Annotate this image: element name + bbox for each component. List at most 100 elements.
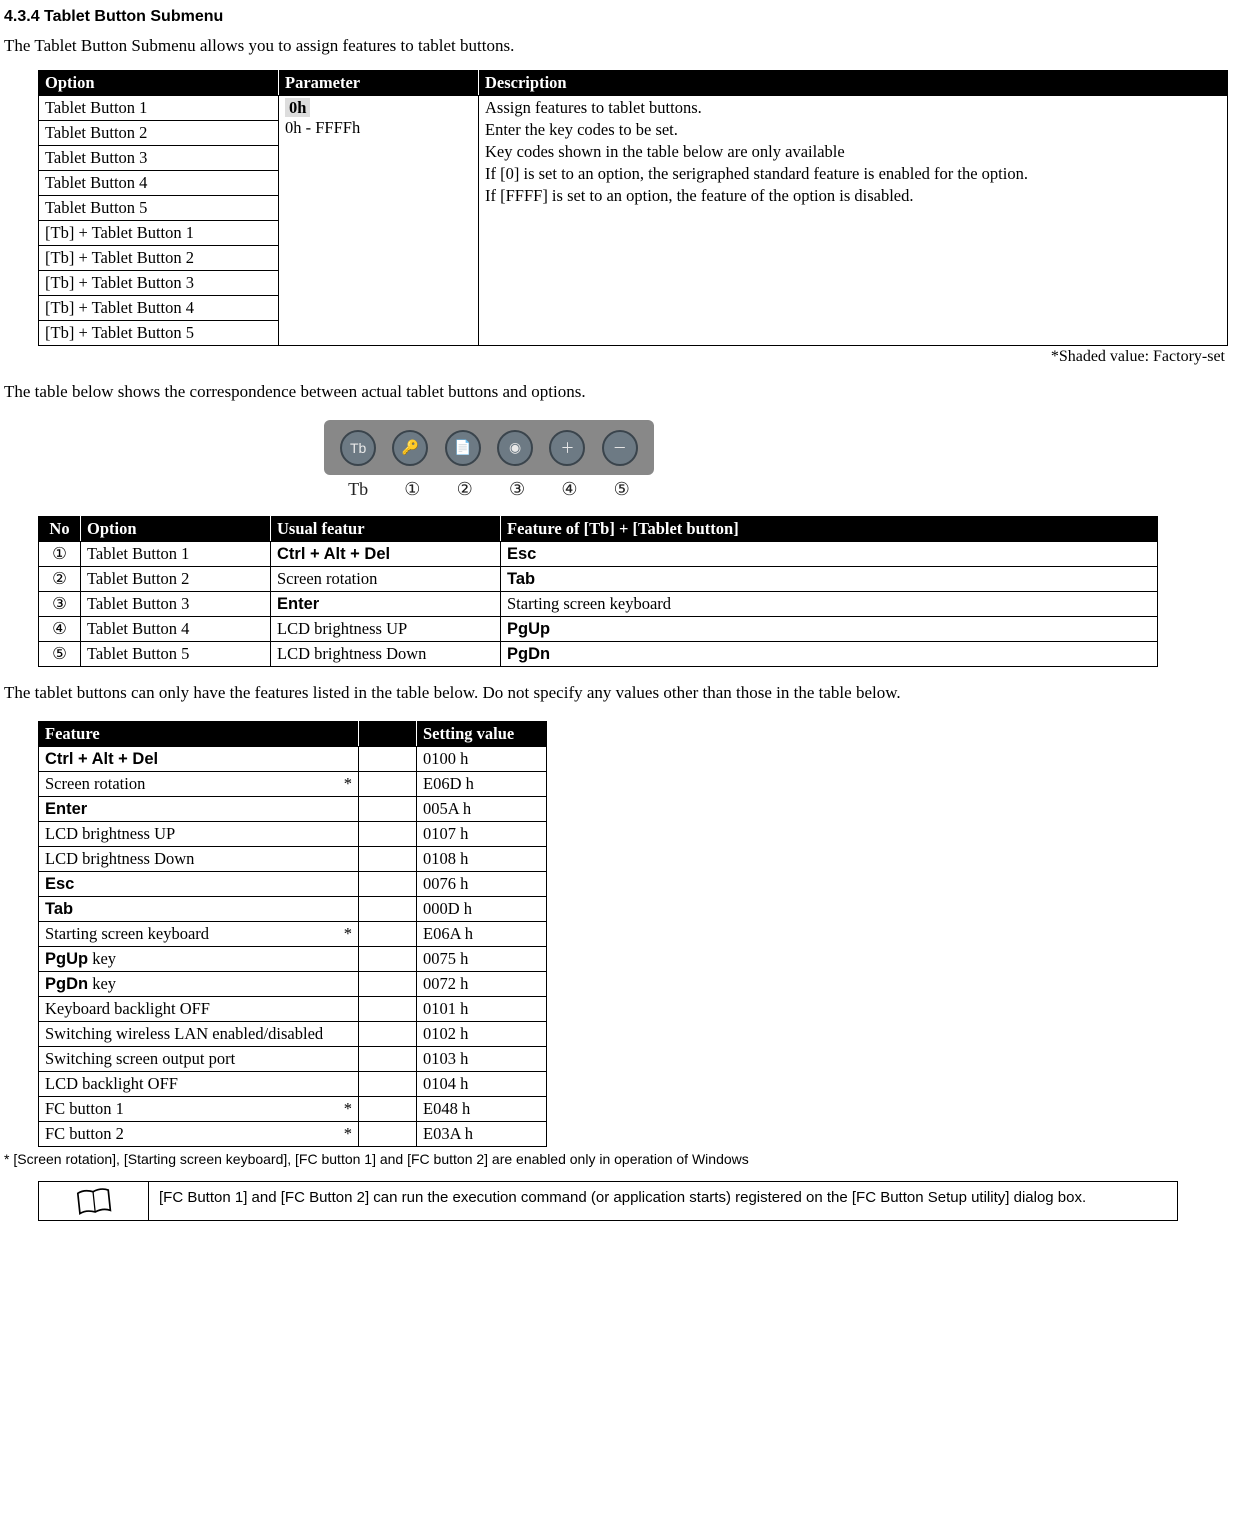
correspondence-paragraph: The table below shows the correspondence… xyxy=(4,382,1229,402)
desc-line: If [FFFF] is set to an option, the featu… xyxy=(485,186,1221,206)
btn-label: ④ xyxy=(561,479,577,500)
no-cell: ① xyxy=(39,542,81,567)
table-row: FC button 1* E048 h xyxy=(39,1097,547,1122)
tb-feature-cell: Tab xyxy=(501,567,1158,592)
value-cell: 0100 h xyxy=(417,747,547,772)
star-cell xyxy=(359,872,417,897)
shaded-footnote: *Shaded value: Factory-set xyxy=(4,348,1229,366)
hw-button-1-icon: 🔑 xyxy=(392,430,428,466)
option-cell: Tablet Button 2 xyxy=(81,567,271,592)
no-cell: ④ xyxy=(39,617,81,642)
table-row: FC button 2* E03A h xyxy=(39,1122,547,1147)
btn-label: ⑤ xyxy=(614,479,630,500)
opt-cell: [Tb] + Tablet Button 5 xyxy=(39,321,279,346)
table-row: ④Tablet Button 4LCD brightness UPPgUp xyxy=(39,617,1158,642)
value-cell: E048 h xyxy=(417,1097,547,1122)
star-cell xyxy=(359,972,417,997)
usual-cell: Ctrl + Alt + Del xyxy=(271,542,501,567)
star-footnote: * [Screen rotation], [Starting screen ke… xyxy=(4,1151,1229,1167)
option-cell: Tablet Button 4 xyxy=(81,617,271,642)
star-cell xyxy=(359,1047,417,1072)
opt-cell: [Tb] + Tablet Button 1 xyxy=(39,221,279,246)
value-cell: 0072 h xyxy=(417,972,547,997)
hw-button-5-icon: － xyxy=(602,430,638,466)
value-cell: 0101 h xyxy=(417,997,547,1022)
usual-cell: Enter xyxy=(271,592,501,617)
star-cell xyxy=(359,897,417,922)
table-row: ③Tablet Button 3EnterStarting screen key… xyxy=(39,592,1158,617)
feature-cell: Switching screen output port xyxy=(39,1047,359,1072)
feature-cell: FC button 1* xyxy=(39,1097,359,1122)
options-table: Option Parameter Description Tablet Butt… xyxy=(38,70,1228,346)
tb-feature-cell: Esc xyxy=(501,542,1158,567)
table-row: ⑤Tablet Button 5LCD brightness DownPgDn xyxy=(39,642,1158,667)
usual-cell: LCD brightness Down xyxy=(271,642,501,667)
opt-cell: [Tb] + Tablet Button 4 xyxy=(39,296,279,321)
star-cell xyxy=(359,772,417,797)
no-cell: ② xyxy=(39,567,81,592)
star-marker: * xyxy=(344,1124,352,1144)
feature-cell: Screen rotation* xyxy=(39,772,359,797)
desc-line: Assign features to tablet buttons. xyxy=(485,98,1221,118)
value-cell: 0108 h xyxy=(417,847,547,872)
tb-feature-cell: PgUp xyxy=(501,617,1158,642)
table-row: Esc0076 h xyxy=(39,872,547,897)
star-cell xyxy=(359,1022,417,1047)
value-cell: 0102 h xyxy=(417,1022,547,1047)
star-cell xyxy=(359,1072,417,1097)
tb-feature-cell: Starting screen keyboard xyxy=(501,592,1158,617)
feature-cell: Ctrl + Alt + Del xyxy=(39,747,359,772)
no-cell: ③ xyxy=(39,592,81,617)
feature-cell: LCD brightness UP xyxy=(39,822,359,847)
feature-cell: LCD brightness Down xyxy=(39,847,359,872)
value-cell: 0107 h xyxy=(417,822,547,847)
feature-cell: PgUp key xyxy=(39,947,359,972)
btn-label: ② xyxy=(457,479,473,500)
opt-cell: [Tb] + Tablet Button 3 xyxy=(39,271,279,296)
no-cell: ⑤ xyxy=(39,642,81,667)
col-usual: Usual featur xyxy=(271,517,501,542)
value-cell: 0104 h xyxy=(417,1072,547,1097)
star-cell xyxy=(359,797,417,822)
value-cell: E06D h xyxy=(417,772,547,797)
opt-cell: [Tb] + Tablet Button 2 xyxy=(39,246,279,271)
table-row: LCD brightness UP 0107 h xyxy=(39,822,547,847)
star-cell xyxy=(359,1122,417,1147)
table-row: Tab000D h xyxy=(39,897,547,922)
opt-cell: Tablet Button 1 xyxy=(39,96,279,121)
col-option: Option xyxy=(39,71,279,96)
tb-feature-cell: PgDn xyxy=(501,642,1158,667)
star-cell xyxy=(359,822,417,847)
tablet-buttons-figure: Tb 🔑 📄 ◉ ＋ － Tb ① ② ③ ④ ⑤ xyxy=(324,420,1229,500)
info-note-text: [FC Button 1] and [FC Button 2] can run … xyxy=(149,1182,1096,1220)
hw-button-tb-icon: Tb xyxy=(340,430,376,466)
table-row: Ctrl + Alt + Del 0100 h xyxy=(39,747,547,772)
star-cell xyxy=(359,1097,417,1122)
desc-cell: Assign features to tablet buttons. Enter… xyxy=(479,96,1228,346)
star-marker: * xyxy=(344,774,352,794)
feature-cell: PgDn key xyxy=(39,972,359,997)
feature-cell: FC button 2* xyxy=(39,1122,359,1147)
desc-line: Key codes shown in the table below are o… xyxy=(485,142,1221,162)
star-marker: * xyxy=(344,924,352,944)
feature-cell: Starting screen keyboard* xyxy=(39,922,359,947)
table-row: Keyboard backlight OFF 0101 h xyxy=(39,997,547,1022)
col-feature: Feature xyxy=(39,722,359,747)
feature-cell: Tab xyxy=(39,897,359,922)
table-row: Enter005A h xyxy=(39,797,547,822)
table-row: ②Tablet Button 2Screen rotationTab xyxy=(39,567,1158,592)
table-row: Screen rotation* E06D h xyxy=(39,772,547,797)
features-paragraph: The tablet buttons can only have the fea… xyxy=(4,683,1229,703)
col-no: No xyxy=(39,517,81,542)
feature-cell: Keyboard backlight OFF xyxy=(39,997,359,1022)
value-cell: 0103 h xyxy=(417,1047,547,1072)
value-cell: E03A h xyxy=(417,1122,547,1147)
table-row: PgUp key0075 h xyxy=(39,947,547,972)
opt-cell: Tablet Button 5 xyxy=(39,196,279,221)
table-row: Starting screen keyboard*E06A h xyxy=(39,922,547,947)
hw-button-2-icon: 📄 xyxy=(445,430,481,466)
table-row: ①Tablet Button 1Ctrl + Alt + DelEsc xyxy=(39,542,1158,567)
param-default: 0h xyxy=(285,98,310,117)
col-tb-feature: Feature of [Tb] + [Tablet button] xyxy=(501,517,1158,542)
option-cell: Tablet Button 3 xyxy=(81,592,271,617)
